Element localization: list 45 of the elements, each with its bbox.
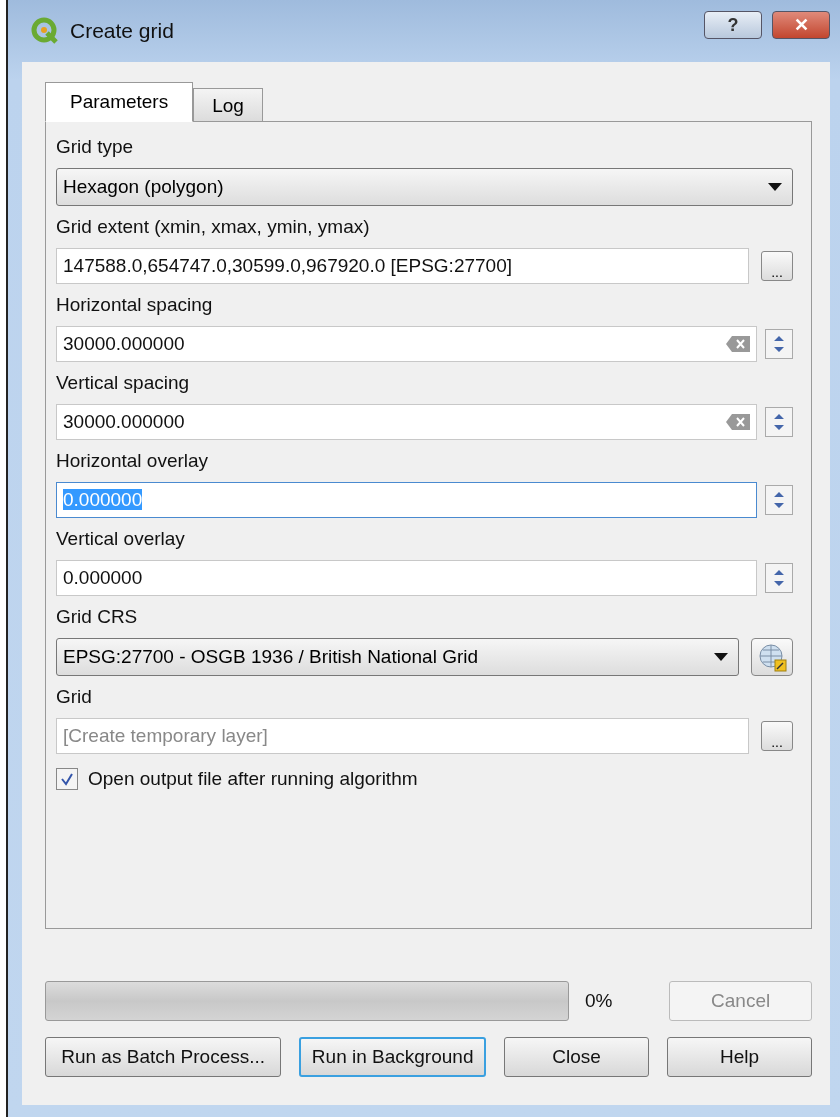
spin-button[interactable] bbox=[765, 329, 793, 359]
progress-reading: 0% bbox=[585, 990, 614, 1012]
spin-arrows-icon bbox=[772, 567, 786, 589]
crs-dropdown[interactable]: EPSG:27700 - OSGB 1936 / British National Grid bbox=[56, 638, 739, 676]
dropdown[interactable]: Hexagon (polygon) bbox=[56, 168, 793, 206]
tab[interactable]: Parameters bbox=[45, 82, 194, 122]
dropdown-caret-icon bbox=[714, 653, 728, 661]
tab[interactable]: Log bbox=[193, 88, 263, 122]
spin-arrows-icon bbox=[772, 411, 786, 433]
field-label: Horizontal spacing bbox=[56, 293, 214, 317]
spin-button[interactable] bbox=[765, 485, 793, 515]
clear-icon[interactable] bbox=[726, 336, 750, 352]
dropdown-caret-icon bbox=[768, 183, 782, 191]
spin-button[interactable] bbox=[765, 407, 793, 437]
window-title: Create grid bbox=[70, 19, 175, 43]
field-label: Grid bbox=[56, 685, 93, 709]
checkbox[interactable] bbox=[56, 768, 78, 790]
help-button[interactable]: ? bbox=[704, 11, 762, 39]
crs-select-button[interactable] bbox=[751, 638, 793, 676]
globe-icon bbox=[757, 642, 787, 672]
clear-icon[interactable] bbox=[726, 414, 750, 430]
field-label: Grid type bbox=[56, 135, 135, 159]
spin-arrows-icon bbox=[772, 489, 786, 511]
spin-arrows-icon bbox=[772, 333, 786, 355]
spin-button[interactable] bbox=[765, 563, 793, 593]
output-field[interactable]: [Create temporary layer] bbox=[56, 718, 749, 754]
checkbox-label: Open output file after running algorithm bbox=[88, 768, 418, 790]
dialog-button[interactable]: Run in Background bbox=[299, 1037, 486, 1077]
field-label: Horizontal overlay bbox=[56, 449, 210, 473]
field-label: Vertical overlay bbox=[56, 527, 186, 551]
browse-button[interactable]: ... bbox=[761, 721, 793, 751]
field-label: Grid extent (xmin, xmax, ymin, ymax) bbox=[56, 215, 371, 239]
spin-field[interactable]: 30000.000000 bbox=[56, 404, 757, 440]
dialog-button[interactable]: Close bbox=[504, 1037, 649, 1077]
dialog-button[interactable]: Run as Batch Process... bbox=[45, 1037, 282, 1077]
spin-field[interactable]: 0.000000 bbox=[56, 560, 757, 596]
check-mark-icon bbox=[60, 772, 74, 786]
input-field[interactable]: 147588.0,654747.0,30599.0,967920.0 [EPSG:27700] bbox=[56, 248, 749, 284]
field-label: Vertical spacing bbox=[56, 371, 191, 395]
field-label: Grid CRS bbox=[56, 605, 139, 629]
close-button[interactable]: ✕ bbox=[772, 11, 830, 39]
browse-button[interactable]: ... bbox=[761, 251, 793, 281]
dialog-button[interactable]: Help bbox=[667, 1037, 812, 1077]
app-logo-icon bbox=[30, 16, 60, 46]
spin-field[interactable]: 30000.000000 bbox=[56, 326, 757, 362]
